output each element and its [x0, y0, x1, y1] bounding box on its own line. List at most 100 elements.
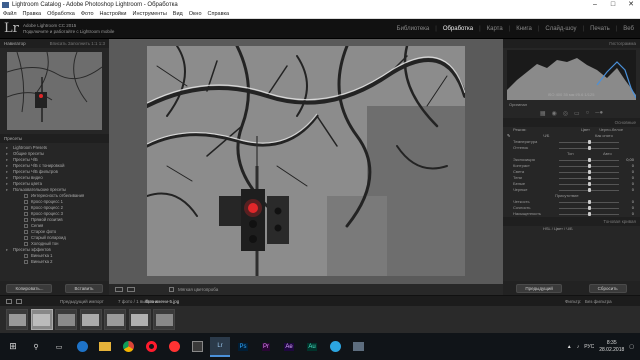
aftereffects-taskbar-icon[interactable]: Ae [279, 337, 299, 357]
navigator-header[interactable]: Навигатор Вписать Заполнить 1:1 1:3 [0, 39, 109, 48]
original-photo-toggle[interactable]: Оригинал [503, 102, 640, 108]
module-1[interactable]: Обработка [443, 26, 473, 32]
wb-sliders: Температура Оттенок [503, 139, 640, 151]
notifications-icon[interactable]: ▢ [629, 344, 634, 350]
slider-knob[interactable] [587, 188, 591, 192]
spot-removal-icon[interactable]: ◉ [552, 110, 557, 117]
menu-item-8[interactable]: Справка [208, 10, 230, 18]
filmstrip-thumbnail[interactable] [55, 309, 77, 330]
menu-item-7[interactable]: Окно [189, 10, 202, 18]
slider-label: Оттенок [513, 145, 529, 150]
file-explorer-icon[interactable] [95, 337, 115, 357]
menu-item-2[interactable]: Обработка [47, 10, 75, 18]
slider-knob[interactable] [587, 200, 591, 204]
audition-taskbar-icon[interactable]: Au [302, 337, 322, 357]
filmstrip-thumbnail[interactable] [30, 309, 53, 330]
tone-curve-header[interactable]: Тоновая кривая [503, 217, 640, 226]
clock[interactable]: 8:35 28.02.2018 [599, 340, 624, 354]
media-player-icon[interactable] [187, 337, 207, 357]
menu-item-0[interactable]: Файл [3, 10, 17, 18]
network-icon[interactable]: ▲ [567, 344, 572, 350]
preset-label: Пресеты цвета [13, 181, 43, 186]
histogram[interactable]: ISO 400 35 мм f/5.6 1/125 [507, 50, 637, 100]
opera-icon[interactable] [141, 337, 161, 357]
slider-knob[interactable] [587, 158, 591, 162]
lr-logo: Lr [4, 21, 19, 36]
search-icon[interactable]: ⚲ [26, 337, 46, 357]
menu-item-3[interactable]: Фото [81, 10, 94, 18]
slider-knob[interactable] [587, 212, 591, 216]
thumbnail-image [57, 313, 75, 326]
filmstrip-thumbnail[interactable] [153, 309, 175, 330]
language-indicator[interactable]: РУС [584, 344, 594, 350]
preset-item[interactable]: Виньетка 2 [0, 259, 109, 265]
thumbnail-image [155, 313, 173, 326]
module-separator: | [435, 26, 437, 32]
close-icon[interactable]: ✕ [622, 0, 640, 10]
slider-knob[interactable] [587, 164, 591, 168]
preset-label: Старое фото [31, 229, 57, 234]
navigator-preview[interactable] [7, 52, 102, 130]
edge-browser-icon[interactable] [72, 337, 92, 357]
module-separator: | [508, 26, 511, 32]
slider-knob[interactable] [587, 140, 591, 144]
histogram-header[interactable]: Гистограмма [503, 39, 640, 48]
module-6[interactable]: Веб [623, 26, 634, 32]
left-panel-buttons: Копировать... Вставить [0, 281, 109, 295]
windows-start-icon[interactable]: ⊞ [3, 337, 23, 357]
slider-knob[interactable] [587, 182, 591, 186]
presets-header[interactable]: Пресеты [0, 134, 109, 143]
before-after-icon[interactable] [127, 287, 135, 292]
preset-icon [24, 235, 28, 240]
filmstrip-thumbnail[interactable] [79, 309, 102, 330]
filmstrip-thumbnail[interactable] [128, 309, 151, 330]
navigator-zoom-options[interactable]: Вписать Заполнить 1:1 1:3 [50, 39, 105, 48]
module-3[interactable]: Книга [516, 26, 532, 32]
menu-item-5[interactable]: Инструменты [132, 10, 166, 18]
graduated-filter-icon[interactable]: ▭ [574, 110, 580, 117]
slider-label: Света [513, 169, 525, 174]
chrome-icon[interactable] [118, 337, 138, 357]
yandex-browser-icon[interactable] [164, 337, 184, 357]
presets-title: Пресеты [4, 136, 23, 141]
second-window-icon[interactable] [16, 299, 22, 304]
photos-app-icon[interactable] [348, 337, 368, 357]
basic-header[interactable]: Основные [503, 118, 640, 127]
filmstrip-thumbnail[interactable] [104, 309, 126, 330]
slider-knob[interactable] [587, 146, 591, 150]
previous-button[interactable]: Предыдущий [516, 283, 562, 293]
grid-view-icon[interactable] [6, 299, 12, 304]
volume-icon[interactable]: ♪ [577, 344, 580, 350]
slider-knob[interactable] [587, 206, 591, 210]
telegram-icon[interactable] [325, 337, 345, 357]
module-4[interactable]: Слайд-шоу [545, 26, 576, 32]
hsl-tabs[interactable]: HSL / Цвет / Ч/Б [503, 226, 640, 232]
menu-item-1[interactable]: Правка [23, 10, 42, 18]
filmstrip-thumbnail[interactable] [6, 309, 28, 330]
loupe-view-icon[interactable] [115, 287, 123, 292]
crop-tool-icon[interactable]: ▦ [540, 110, 546, 117]
main-photo[interactable] [147, 46, 465, 276]
slider-knob[interactable] [587, 170, 591, 174]
adjustment-brush-icon[interactable]: ─● [595, 110, 603, 116]
slider-knob[interactable] [587, 176, 591, 180]
soft-proof-checkbox[interactable] [169, 287, 174, 292]
minimize-icon[interactable]: – [586, 0, 604, 10]
red-eye-icon[interactable]: ◎ [563, 110, 568, 117]
module-5[interactable]: Печать [590, 26, 610, 32]
radial-filter-icon[interactable]: ○ [586, 110, 590, 116]
copy-button[interactable]: Копировать... [6, 283, 53, 293]
menu-item-6[interactable]: Вид [173, 10, 183, 18]
module-2[interactable]: Карта [487, 26, 503, 32]
premiere-taskbar-icon[interactable]: Pr [256, 337, 276, 357]
lightroom-taskbar-icon[interactable]: Lr [210, 336, 230, 357]
menu-item-4[interactable]: Настройки [100, 10, 127, 18]
preset-icon [24, 259, 28, 264]
preset-icon [24, 223, 28, 228]
module-0[interactable]: Библиотека [397, 26, 430, 32]
reset-button[interactable]: Сбросить [588, 283, 627, 293]
photoshop-taskbar-icon[interactable]: Ps [233, 337, 253, 357]
task-view-icon[interactable]: ▭ [49, 337, 69, 357]
maximize-icon[interactable]: □ [604, 0, 622, 10]
paste-button[interactable]: Вставить [65, 283, 103, 293]
